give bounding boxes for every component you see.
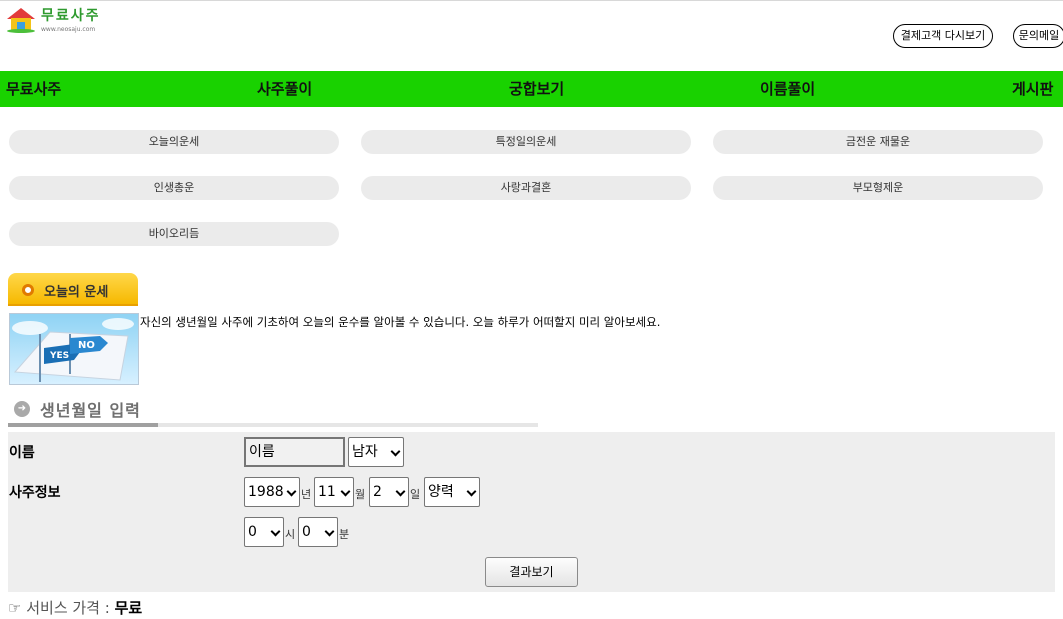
service-price: ☞ 서비스 가격 : 무료 [8,597,142,618]
gender-select-value: 남자 [352,444,378,460]
month-select-value: 11 [318,484,336,500]
chevron-down-icon [390,446,401,457]
tab-bullet-icon [22,284,34,296]
gender-select[interactable]: 남자 [348,437,404,467]
nav-item-saju-reading[interactable]: 사주풀이 [257,71,312,107]
submenu-money-fortune[interactable]: 금전운 재물운 [713,130,1043,154]
day-select[interactable]: 2 [369,477,409,507]
fortune-thumbnail: YES NO [9,313,139,385]
month-select[interactable]: 11 [314,477,354,507]
main-nav: 무료사주 사주풀이 궁합보기 이름풀이 게시판 [0,71,1063,107]
day-unit: 일 [410,488,421,501]
submenu-biorhythm[interactable]: 바이오리듬 [9,222,339,246]
nav-item-free-saju[interactable]: 무료사주 [6,71,61,107]
day-select-value: 2 [373,484,382,500]
minute-unit: 분 [339,528,350,541]
submenu-life-fortune[interactable]: 인생총운 [9,176,339,200]
chevron-down-icon [286,486,297,497]
logo-house-icon [7,8,35,33]
arrow-right-icon: ➜ [14,401,30,417]
svg-text:YES: YES [49,351,69,361]
logo-title: 무료사주 [41,8,101,24]
saju-info-label: 사주정보 [9,485,61,501]
reorder-button[interactable]: 결제고객 다시보기 [893,24,993,48]
calendar-type-select[interactable]: 양력 [424,477,480,507]
submenu-family-fortune[interactable]: 부모형제운 [713,176,1043,200]
section-tab-label: 오늘의 운세 [44,285,109,300]
chevron-down-icon [466,486,477,497]
hour-select[interactable]: 0 [244,517,284,547]
service-price-label: ☞ 서비스 가격 : [8,599,115,617]
year-select[interactable]: 1988 [244,477,300,507]
service-price-value: 무료 [114,599,143,617]
logo-url: www.neosaju.com [41,26,96,33]
name-input[interactable]: 이름 [244,437,345,467]
month-unit: 월 [355,488,366,501]
nav-item-compatibility[interactable]: 궁합보기 [509,71,564,107]
chevron-down-icon [324,526,335,537]
submenu-specific-day-fortune[interactable]: 특정일의운세 [361,130,691,154]
hour-unit: 시 [285,528,296,541]
hour-select-value: 0 [248,524,257,540]
name-label: 이름 [9,445,35,461]
svg-text:NO: NO [78,340,95,351]
year-select-value: 1988 [248,484,284,500]
submenu-love-marriage[interactable]: 사랑과결혼 [361,176,691,200]
view-result-button[interactable]: 결과보기 [485,557,578,587]
site-logo[interactable]: 무료사주 www.neosaju.com [6,5,116,35]
year-unit: 년 [301,488,312,501]
section-description: 자신의 생년월일 사주에 기초하여 오늘의 운수를 알아볼 수 있습니다. 오늘… [140,315,661,329]
minute-select[interactable]: 0 [298,517,338,547]
chevron-down-icon [270,526,281,537]
heading-divider-accent [8,423,158,427]
input-heading-title: 생년월일 입력 [40,401,141,420]
nav-item-name-reading[interactable]: 이름풀이 [760,71,815,107]
chevron-down-icon [340,486,351,497]
contact-mail-button[interactable]: 문의메일 [1013,24,1063,48]
calendar-type-value: 양력 [428,484,454,500]
submenu-today-fortune[interactable]: 오늘의운세 [9,130,339,154]
minute-select-value: 0 [302,524,311,540]
yes-no-signpost-icon: YES NO [12,318,134,382]
nav-item-board[interactable]: 게시판 [1012,71,1053,107]
section-tab-today-fortune: 오늘의 운세 [8,273,138,306]
chevron-down-icon [395,486,406,497]
